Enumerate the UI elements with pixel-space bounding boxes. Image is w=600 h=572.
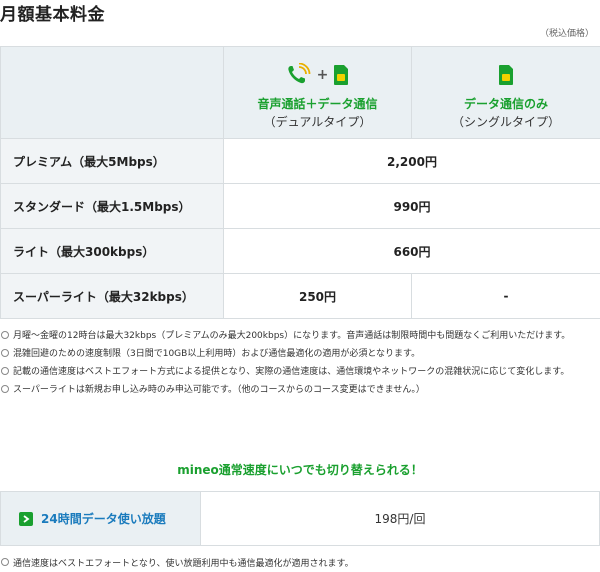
- promo-heading: mineo通常速度にいつでも切り替えられる！: [177, 463, 423, 477]
- table-header-row: + 音声通話＋データ通信 （デュアルタイプ） データ通信のみ （シングルタイプ）: [0, 46, 600, 139]
- footer-note: 通信速度はベストエフォートとなり、使い放題利用中も通信最適化が適用されます。: [0, 556, 600, 569]
- note-text: 混雑回避のための速度制限（3日間で10GB以上利用時）および通信最適化の適用が必…: [13, 349, 421, 359]
- header-empty-cell: [0, 46, 224, 139]
- sim-card-icon: [334, 65, 349, 85]
- plan-title-dual: 音声通話＋データ通信: [257, 97, 378, 111]
- price-superlight-dual: 250円: [223, 273, 412, 319]
- price-premium: 2,200円: [223, 138, 600, 184]
- tax-note: （税込価格）: [539, 29, 594, 39]
- note-text: スーパーライトは新規お申し込み時のみ申込可能です。（他のコースからのコース変更は…: [13, 385, 425, 395]
- price-standard: 990円: [223, 183, 600, 229]
- plan-header-single: データ通信のみ （シングルタイプ）: [411, 46, 600, 139]
- row-label-premium: プレミアム（最大5Mbps）: [0, 138, 224, 184]
- unlimited-option-label: 24時間データ使い放題: [41, 512, 166, 526]
- phone-icon: [287, 63, 311, 84]
- plan-icons-single: [412, 61, 600, 89]
- note-text: 記載の通信速度はベストエフォート方式による提供となり、実際の通信速度は、通信環境…: [13, 367, 570, 377]
- plan-header-dual: + 音声通話＋データ通信 （デュアルタイプ）: [223, 46, 412, 139]
- sim-card-icon: [499, 65, 513, 85]
- row-label-standard: スタンダード（最大1.5Mbps）: [0, 183, 224, 229]
- chevron-right-icon: [19, 511, 33, 526]
- circle-bullet-icon: [1, 385, 9, 393]
- circle-bullet-icon: [1, 367, 9, 375]
- unlimited-option-box: 24時間データ使い放題 198円/回: [0, 491, 600, 546]
- circle-bullet-icon: [1, 349, 9, 357]
- note-text: 月曜～金曜の12時台は最大32kbps（プレミアムのみ最大200kbps）になり…: [13, 331, 571, 341]
- plan-subtitle-dual: （デュアルタイプ）: [263, 115, 372, 129]
- unlimited-option-price: 198円/回: [374, 512, 426, 526]
- table-row: プレミアム（最大5Mbps） 2,200円: [0, 138, 600, 184]
- plan-subtitle-single: （シングルタイプ）: [451, 115, 560, 129]
- row-label-light: ライト（最大300kbps）: [0, 228, 224, 274]
- table-row: スーパーライト（最大32kbps） 250円 -: [0, 273, 600, 319]
- circle-bullet-icon: [1, 331, 9, 339]
- page-title: 月額基本料金: [0, 5, 105, 25]
- footer-note-text: 通信速度はベストエフォートとなり、使い放題利用中も通信最適化が適用されます。: [13, 559, 354, 569]
- table-row: スタンダード（最大1.5Mbps） 990円: [0, 183, 600, 229]
- note-item: 月曜～金曜の12時台は最大32kbps（プレミアムのみ最大200kbps）になり…: [0, 330, 600, 343]
- note-item: スーパーライトは新規お申し込み時のみ申込可能です。（他のコースからのコース変更は…: [0, 384, 600, 397]
- unlimited-option-link[interactable]: 24時間データ使い放題: [1, 492, 201, 545]
- plan-icons-dual: +: [224, 61, 411, 89]
- note-item: 混雑回避のための速度制限（3日間で10GB以上利用時）および通信最適化の適用が必…: [0, 348, 600, 361]
- price-light: 660円: [223, 228, 600, 274]
- table-row: ライト（最大300kbps） 660円: [0, 228, 600, 274]
- row-label-superlight: スーパーライト（最大32kbps）: [0, 273, 224, 319]
- plan-title-single: データ通信のみ: [463, 97, 548, 111]
- plus-sign: +: [316, 67, 329, 83]
- circle-bullet-icon: [1, 558, 9, 566]
- notes-list: 月曜～金曜の12時台は最大32kbps（プレミアムのみ最大200kbps）になり…: [0, 330, 600, 402]
- note-item: 記載の通信速度はベストエフォート方式による提供となり、実際の通信速度は、通信環境…: [0, 366, 600, 379]
- price-superlight-single: -: [411, 273, 600, 319]
- fee-table: + 音声通話＋データ通信 （デュアルタイプ） データ通信のみ （シングルタイプ）…: [0, 46, 600, 319]
